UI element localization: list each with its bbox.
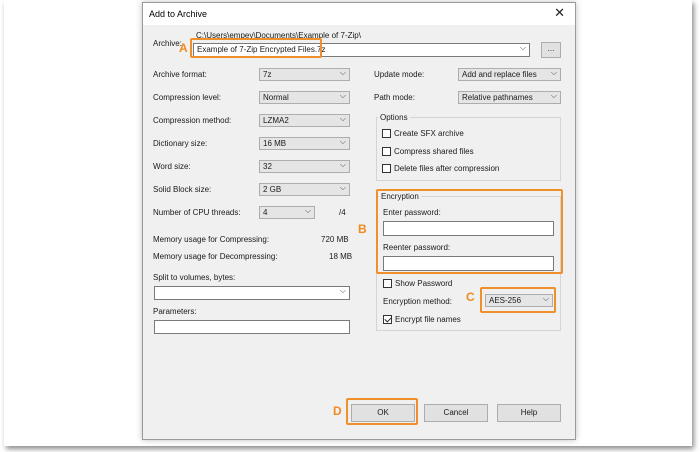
archive-format-select[interactable]: 7z ⌵ [259, 68, 350, 81]
archive-format-value: 7z [263, 70, 272, 79]
update-mode-label: Update mode: [374, 70, 425, 79]
chevron-down-icon: ⌵ [339, 91, 346, 100]
encrypt-names-checkbox[interactable] [383, 315, 392, 324]
help-button[interactable]: Help [497, 404, 561, 422]
marker-b: B [358, 222, 367, 236]
cpu-threads-max: /4 [339, 208, 346, 217]
encrypt-names-label: Encrypt file names [395, 315, 461, 324]
shared-files-label: Compress shared files [394, 147, 474, 156]
highlight-d [346, 398, 418, 425]
chevron-down-icon[interactable]: ⌵ [340, 286, 346, 296]
dictionary-size-label: Dictionary size: [153, 139, 208, 148]
delete-after-label: Delete files after compression [394, 164, 500, 173]
chevron-down-icon: ⌵ [304, 206, 311, 215]
encryption-method-label: Encryption method: [383, 297, 452, 306]
cpu-threads-value: 4 [263, 208, 268, 217]
split-volumes-combo[interactable]: ⌵ [154, 286, 350, 300]
split-volumes-label: Split to volumes, bytes: [153, 273, 236, 282]
marker-c: C [466, 290, 475, 304]
chevron-down-icon: ⌵ [339, 137, 346, 146]
parameters-input[interactable] [154, 320, 350, 334]
show-password-label: Show Password [395, 279, 453, 288]
compression-method-value: LZMA2 [263, 116, 289, 125]
highlight-a [190, 38, 322, 58]
path-mode-value: Relative pathnames [462, 93, 533, 102]
chevron-down-icon: ⌵ [339, 183, 346, 192]
cpu-threads-select[interactable]: 4 ⌵ [259, 206, 315, 219]
title-bar: Add to Archive ✕ [143, 3, 575, 25]
show-password-checkbox[interactable] [383, 279, 392, 288]
sfx-label: Create SFX archive [394, 129, 464, 138]
archive-format-label: Archive format: [153, 70, 207, 79]
solid-block-size-label: Solid Block size: [153, 185, 212, 194]
word-size-value: 32 [263, 162, 272, 171]
chevron-down-icon: ⌵ [550, 91, 557, 100]
chevron-down-icon: ⌵ [339, 114, 346, 123]
dictionary-size-value: 16 MB [263, 139, 287, 148]
shared-files-checkbox[interactable] [382, 147, 391, 156]
solid-block-size-select[interactable]: 2 GB ⌵ [259, 183, 350, 196]
highlight-c [480, 287, 556, 313]
delete-after-checkbox[interactable] [382, 164, 391, 173]
compression-level-select[interactable]: Normal ⌵ [259, 91, 350, 104]
compression-method-label: Compression method: [153, 116, 232, 125]
memory-compress-value: 720 MB [321, 235, 349, 244]
marker-d: D [333, 404, 342, 418]
update-mode-value: Add and replace files [462, 70, 537, 79]
close-icon[interactable]: ✕ [554, 6, 565, 20]
word-size-select[interactable]: 32 ⌵ [259, 160, 350, 173]
dialog-title: Add to Archive [149, 9, 208, 19]
word-size-label: Word size: [153, 162, 191, 171]
solid-block-size-value: 2 GB [263, 185, 282, 194]
browse-button[interactable]: ... [541, 42, 561, 58]
chevron-down-icon: ⌵ [339, 68, 346, 77]
memory-decompress-value: 18 MB [329, 252, 353, 261]
compression-level-label: Compression level: [153, 93, 222, 102]
cpu-threads-label: Number of CPU threads: [153, 208, 241, 217]
path-mode-select[interactable]: Relative pathnames ⌵ [458, 91, 561, 104]
chevron-down-icon[interactable]: ⌵ [520, 43, 526, 53]
chevron-down-icon: ⌵ [550, 68, 557, 77]
highlight-b [376, 189, 563, 274]
cancel-button[interactable]: Cancel [424, 404, 488, 422]
sfx-checkbox[interactable] [382, 129, 391, 138]
dictionary-size-select[interactable]: 16 MB ⌵ [259, 137, 350, 150]
options-title: Options [378, 113, 410, 122]
marker-a: A [179, 41, 188, 55]
parameters-label: Parameters: [153, 307, 197, 316]
update-mode-select[interactable]: Add and replace files ⌵ [458, 68, 561, 81]
chevron-down-icon: ⌵ [339, 160, 346, 169]
path-mode-label: Path mode: [374, 93, 415, 102]
memory-compress-label: Memory usage for Compressing: [153, 235, 270, 244]
compression-level-value: Normal [263, 93, 289, 102]
compression-method-select[interactable]: LZMA2 ⌵ [259, 114, 350, 127]
memory-decompress-label: Memory usage for Decompressing: [153, 252, 278, 261]
archive-label: Archive: [153, 39, 182, 48]
